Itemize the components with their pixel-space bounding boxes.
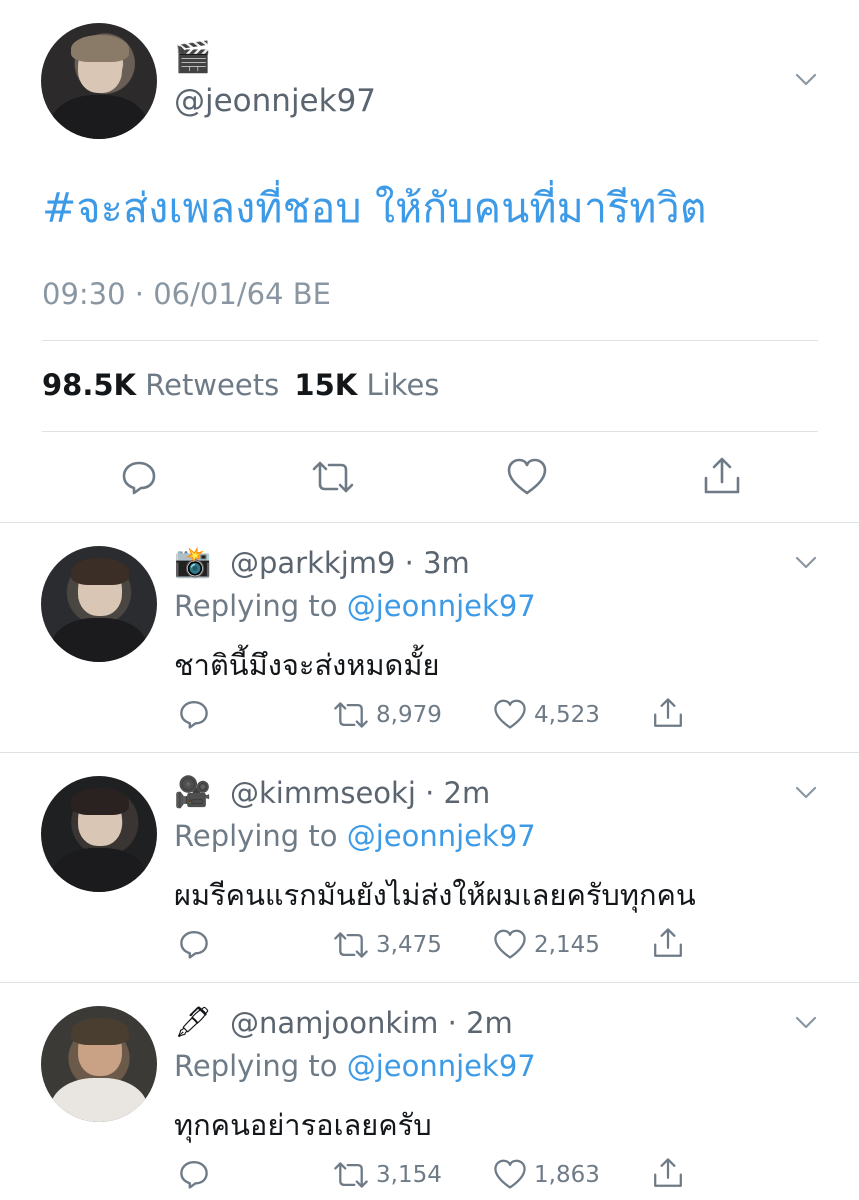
reply-text: ทุกคนอย่ารอเลยครับ [174, 1108, 432, 1142]
chevron-down-icon[interactable] [795, 1016, 817, 1030]
chevron-down-icon[interactable] [795, 556, 817, 570]
reply-handle[interactable]: @parkkjm9 · 3m [230, 546, 470, 580]
retweet-count: 3,154 [376, 1162, 442, 1188]
tweet-timestamp: 09:30 · 06/01/64 BE [42, 277, 331, 311]
heart-icon[interactable] [493, 699, 527, 730]
like-count: 1,863 [534, 1162, 600, 1188]
reply-handle[interactable]: @namjoonkim · 2m [230, 1006, 513, 1040]
retweet-icon[interactable] [332, 931, 370, 959]
share-icon[interactable] [702, 456, 742, 496]
retweet-icon[interactable] [332, 701, 370, 729]
replying-prefix: Replying to [174, 819, 347, 853]
replying-to: Replying to @jeonnjek97 [174, 589, 536, 623]
engagement-stats: 98.5K Retweets 15K Likes [42, 368, 439, 402]
retweet-count: 8,979 [376, 702, 442, 728]
like-count: 4,523 [534, 702, 600, 728]
reply-text: ชาตินี้มึงจะส่งหมดมั้ย [174, 648, 440, 682]
like-count[interactable]: 15K [294, 368, 357, 402]
reply-handle[interactable]: @kimmseokj · 2m [230, 776, 490, 810]
divider [42, 340, 818, 341]
retweet-label[interactable]: Retweets [145, 368, 279, 402]
replying-to: Replying to @jeonnjek97 [174, 819, 536, 853]
clapperboard-emoji: 🎬 [174, 40, 212, 75]
avatar[interactable] [41, 546, 157, 662]
reply-text: ผมรีคนแรกมันยังไม่ส่งให้ผมเลยครับทุกคน [174, 878, 696, 912]
replying-to-link[interactable]: @jeonnjek97 [347, 819, 536, 853]
camera-emoji: 📸 [174, 545, 212, 580]
replying-to-link[interactable]: @jeonnjek97 [347, 1049, 536, 1083]
hashtag-link[interactable]: #จะส่งเพลงที่ชอบ ให้กับคนที่มารีทวิต [42, 176, 707, 241]
chevron-down-icon[interactable] [795, 786, 817, 800]
share-icon[interactable] [652, 696, 684, 730]
replying-prefix: Replying to [174, 1049, 347, 1083]
avatar[interactable] [41, 776, 157, 892]
replying-prefix: Replying to [174, 589, 347, 623]
retweet-count: 3,475 [376, 932, 442, 958]
avatar[interactable] [41, 1006, 157, 1122]
reply-tweet[interactable]: 📸 @parkkjm9 · 3m Replying to @jeonnjek97… [0, 522, 859, 752]
like-label[interactable]: Likes [366, 368, 439, 402]
divider [42, 431, 818, 432]
movie-camera-emoji: 🎥 [174, 775, 212, 810]
reply-icon[interactable] [120, 458, 158, 496]
avatar[interactable] [41, 23, 157, 139]
reply-icon[interactable] [178, 1158, 210, 1190]
replying-to: Replying to @jeonnjek97 [174, 1049, 536, 1083]
reply-icon[interactable] [178, 698, 210, 730]
reply-tweet[interactable]: 🖋 @namjoonkim · 2m Replying to @jeonnjek… [0, 982, 859, 1200]
reply-icon[interactable] [178, 928, 210, 960]
retweet-icon[interactable] [332, 1161, 370, 1189]
fountain-pen-emoji: 🖋 [174, 1005, 213, 1040]
author-handle[interactable]: @jeonnjek97 [174, 83, 376, 119]
retweet-icon[interactable] [310, 460, 356, 494]
main-tweet: 🎬 @jeonnjek97 #จะส่งเพลงที่ชอบ ให้กับคนท… [0, 0, 859, 522]
chevron-down-icon[interactable] [795, 73, 817, 87]
retweet-count[interactable]: 98.5K [42, 368, 136, 402]
heart-icon[interactable] [493, 929, 527, 960]
share-icon[interactable] [652, 1156, 684, 1190]
like-count: 2,145 [534, 932, 600, 958]
replying-to-link[interactable]: @jeonnjek97 [347, 589, 536, 623]
share-icon[interactable] [652, 926, 684, 960]
heart-icon[interactable] [493, 1159, 527, 1190]
heart-icon[interactable] [506, 458, 548, 496]
reply-tweet[interactable]: 🎥 @kimmseokj · 2m Replying to @jeonnjek9… [0, 752, 859, 982]
